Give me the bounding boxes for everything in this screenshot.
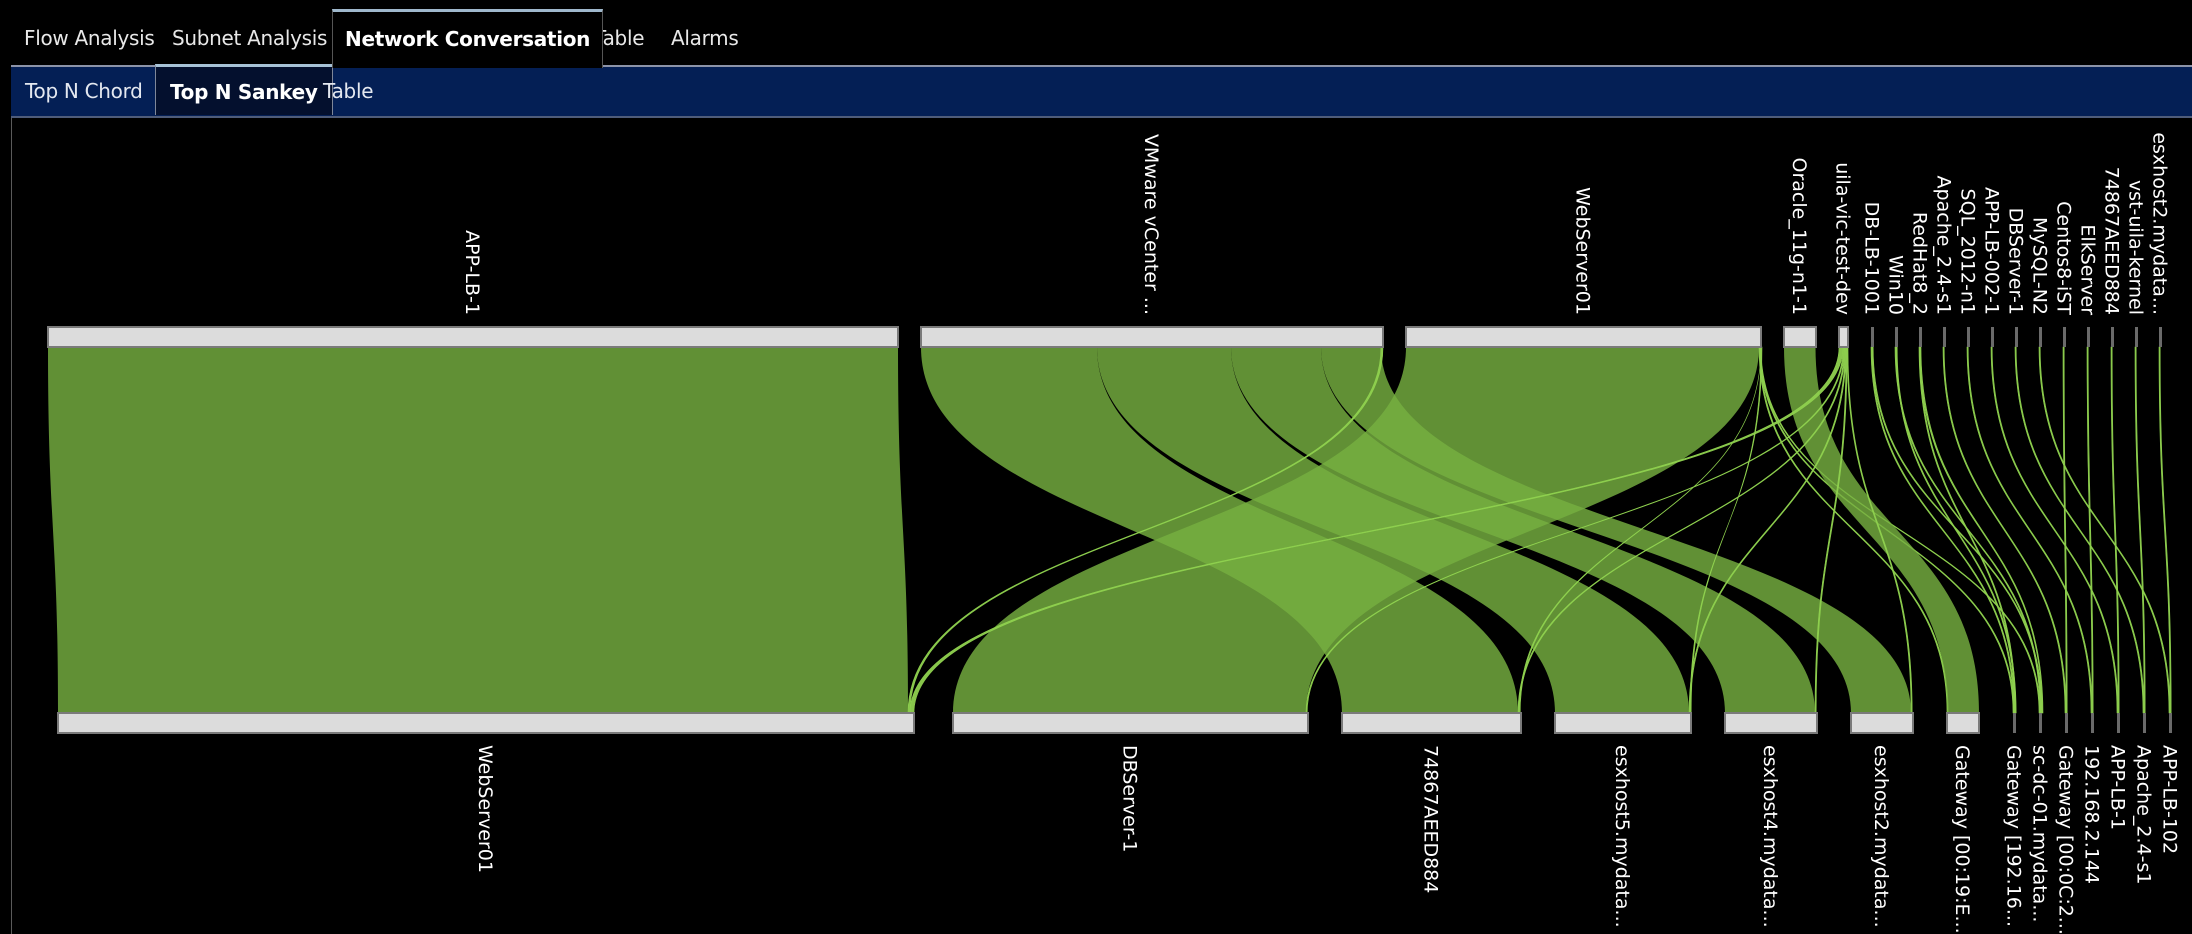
source-node-label: MySQL-N2 bbox=[2029, 217, 2051, 315]
target-node-label: 74867AEED884 bbox=[1420, 745, 1442, 893]
sankey-link-app-lb-1-to-webserver01[interactable] bbox=[48, 347, 908, 713]
target-node-label: Gateway [192.16... bbox=[2003, 745, 2025, 927]
target-node-label: Apache_2.4-s1 bbox=[2133, 745, 2155, 884]
target-node-2[interactable] bbox=[1341, 712, 1522, 734]
subtab-top-n-chord[interactable]: Top N Chord bbox=[11, 67, 157, 116]
sankey-link-redhat8-2-to-sc-dc-01-mydata-[interactable] bbox=[1919, 346, 2044, 714]
sankey-link-app-lb-002-1-to-app-lb-1[interactable] bbox=[1990, 346, 2119, 714]
source-node-9[interactable] bbox=[1967, 327, 1970, 347]
main-tab-bar: Flow Analysis Subnet Analysis Network Co… bbox=[0, 9, 2192, 68]
source-node-label: VMware vCenter ... bbox=[1140, 134, 1162, 315]
source-node-label: uila-vic-test-dev bbox=[1832, 162, 1854, 315]
subtab-top-n-sankey[interactable]: Top N Sankey bbox=[155, 64, 333, 115]
source-node-label: APP-LB-002-1 bbox=[1981, 187, 2003, 315]
source-node-4[interactable] bbox=[1838, 326, 1849, 348]
source-node-label: APP-LB-1 bbox=[461, 230, 483, 315]
target-node-label: esxhost5.mydata... bbox=[1611, 745, 1633, 928]
sankey-chart-panel: APP-LB-1 VMware vCenter ... WebServer01 Ora… bbox=[11, 118, 2192, 934]
source-node-label: vst-uila-kernel bbox=[2125, 180, 2147, 315]
sankey-link-mysql-n2-to-app-lb-102[interactable] bbox=[2038, 346, 2171, 714]
target-node-label: APP-LB-102 bbox=[2159, 745, 2181, 854]
source-node-12[interactable] bbox=[2039, 327, 2042, 347]
target-node-label: Gateway [00:19:E... bbox=[1951, 745, 1973, 934]
target-node-6[interactable] bbox=[1946, 712, 1980, 734]
source-node-label: RedHat8_2 bbox=[1909, 212, 1931, 315]
source-node-1[interactable] bbox=[920, 326, 1384, 348]
subtab-table[interactable]: Table bbox=[309, 67, 387, 116]
target-node-1[interactable] bbox=[952, 712, 1309, 734]
source-node-0[interactable] bbox=[47, 326, 899, 348]
source-node-label: SQL_2012-n1 bbox=[1957, 189, 1979, 315]
source-node-label: 74867AEED884 bbox=[2101, 167, 2123, 315]
sankey-link-74867aeed884-to-app-lb-1[interactable] bbox=[2110, 346, 2120, 714]
source-node-label: Oracle_11g-n1-1 bbox=[1788, 158, 1810, 316]
source-node-label: Win10 bbox=[1885, 255, 1907, 315]
target-node-label: WebServer01 bbox=[474, 745, 496, 873]
source-node-label: DBServer-1 bbox=[2005, 208, 2027, 315]
sub-tab-bar: Top N Chord Top N Sankey Table bbox=[11, 64, 2192, 118]
target-node-11[interactable] bbox=[2117, 713, 2120, 733]
sankey-link-centos8-ist-to-gateway-00-0c-2-[interactable] bbox=[2062, 346, 2068, 714]
source-node-6[interactable] bbox=[1895, 327, 1898, 347]
target-node-4[interactable] bbox=[1724, 712, 1818, 734]
sankey-links bbox=[48, 346, 2172, 714]
target-node-9[interactable] bbox=[2065, 713, 2068, 733]
target-node-label: Gateway [00:0C:2... bbox=[2055, 745, 2077, 934]
tab-network-conversation[interactable]: Network Conversation bbox=[332, 9, 604, 68]
target-node-10[interactable] bbox=[2091, 713, 2094, 733]
target-node-8[interactable] bbox=[2039, 713, 2042, 733]
source-node-label: esxhost2.mydata... bbox=[2149, 132, 2171, 315]
source-node-label: Centos8-iST bbox=[2053, 201, 2075, 315]
sankey-link-vst-uila-kernel-to-apache-2-4-s1[interactable] bbox=[2134, 346, 2146, 714]
source-node-13[interactable] bbox=[2063, 327, 2066, 347]
source-node-15[interactable] bbox=[2111, 327, 2114, 347]
tab-subnet-analysis[interactable]: Subnet Analysis bbox=[160, 10, 339, 65]
target-node-label: sc-dc-01.mydata... bbox=[2029, 745, 2051, 922]
target-node-3[interactable] bbox=[1554, 712, 1692, 734]
source-node-3[interactable] bbox=[1783, 326, 1817, 348]
target-node-12[interactable] bbox=[2143, 713, 2146, 733]
source-node-5[interactable] bbox=[1871, 327, 1874, 347]
source-node-label: Apache_2.4-s1 bbox=[1933, 176, 1955, 315]
target-node-7[interactable] bbox=[2013, 713, 2016, 733]
source-node-7[interactable] bbox=[1919, 327, 1922, 347]
tab-flow-analysis[interactable]: Flow Analysis bbox=[12, 10, 167, 65]
target-node-0[interactable] bbox=[57, 712, 915, 734]
target-node-label: esxhost4.mydata... bbox=[1759, 745, 1781, 928]
source-node-2[interactable] bbox=[1405, 326, 1762, 348]
source-node-11[interactable] bbox=[2015, 327, 2018, 347]
source-node-16[interactable] bbox=[2135, 327, 2138, 347]
source-node-17[interactable] bbox=[2159, 327, 2162, 347]
sankey-link-dbserver-1-to-apache-2-4-s1[interactable] bbox=[2014, 346, 2145, 714]
target-node-label: 192.168.2.144 bbox=[2081, 745, 2103, 884]
source-node-label: ElkServer bbox=[2077, 224, 2099, 315]
target-node-label: DBServer-1 bbox=[1119, 745, 1141, 852]
target-node-label: APP-LB-1 bbox=[2107, 745, 2129, 830]
target-node-label: esxhost2.mydata... bbox=[1870, 745, 1892, 928]
source-node-10[interactable] bbox=[1991, 327, 1994, 347]
source-node-14[interactable] bbox=[2087, 327, 2090, 347]
source-node-label: DB-LB-1001 bbox=[1861, 202, 1883, 315]
source-node-label: WebServer01 bbox=[1572, 187, 1594, 315]
target-node-5[interactable] bbox=[1850, 712, 1914, 734]
target-node-13[interactable] bbox=[2169, 713, 2172, 733]
tab-alarms[interactable]: Alarms bbox=[659, 10, 750, 65]
sankey-chart: APP-LB-1 VMware vCenter ... WebServer01 Ora… bbox=[47, 132, 2181, 934]
source-node-8[interactable] bbox=[1943, 327, 1946, 347]
